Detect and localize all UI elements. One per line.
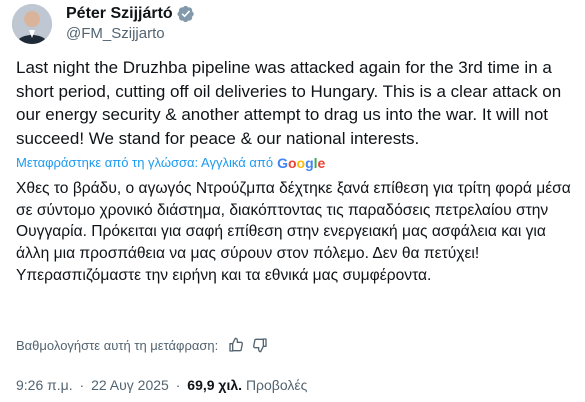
thumbs-down-icon[interactable] bbox=[252, 337, 268, 353]
avatar-photo bbox=[12, 4, 52, 44]
tweet-card: Péter Szijjártó @FM_Szijjarto Last night… bbox=[0, 0, 585, 402]
tweet-text-original: Last night the Druzhba pipeline was atta… bbox=[16, 58, 562, 148]
google-letter-6: e bbox=[317, 155, 326, 171]
google-letter-2: o bbox=[287, 155, 297, 171]
thumbs-up-icon[interactable] bbox=[228, 337, 244, 353]
views-count: 69,9 χιλ. bbox=[187, 377, 243, 393]
google-logo: Google bbox=[277, 155, 325, 171]
tweet-time[interactable]: 9:26 π.μ. bbox=[16, 377, 73, 393]
avatar[interactable] bbox=[12, 4, 52, 44]
google-letter-1: G bbox=[277, 155, 288, 171]
author-handle[interactable]: @FM_Szijjarto bbox=[66, 25, 165, 43]
author-name-row: Péter Szijjártó bbox=[66, 4, 195, 24]
rate-translation-row: Βαθμολογήστε αυτή τη μετάφραση: bbox=[16, 337, 268, 353]
google-letter-4: g bbox=[305, 155, 314, 171]
meta-separator: · bbox=[79, 377, 85, 393]
translation-note: Μεταφράστηκε από τη γλώσσα: Αγγλικά από … bbox=[16, 155, 325, 171]
tweet-meta: 9:26 π.μ. · 22 Αυγ 2025 · 69,9 χιλ. Προβ… bbox=[16, 376, 307, 394]
meta-separator-2: · bbox=[175, 377, 181, 393]
author-name[interactable]: Péter Szijjártó bbox=[66, 4, 173, 24]
verified-badge-icon bbox=[177, 5, 195, 23]
tweet-text-translated: Χθες το βράδυ, ο αγωγός Ντρούζμπα δέχτηκ… bbox=[16, 180, 571, 284]
rate-translation-label: Βαθμολογήστε αυτή τη μετάφραση: bbox=[16, 337, 219, 353]
google-letter-3: o bbox=[296, 155, 306, 171]
views-label: Προβολές bbox=[245, 377, 308, 393]
translation-note-text: Μεταφράστηκε από τη γλώσσα: Αγγλικά από bbox=[16, 155, 274, 170]
tweet-date[interactable]: 22 Αυγ 2025 bbox=[91, 377, 169, 393]
